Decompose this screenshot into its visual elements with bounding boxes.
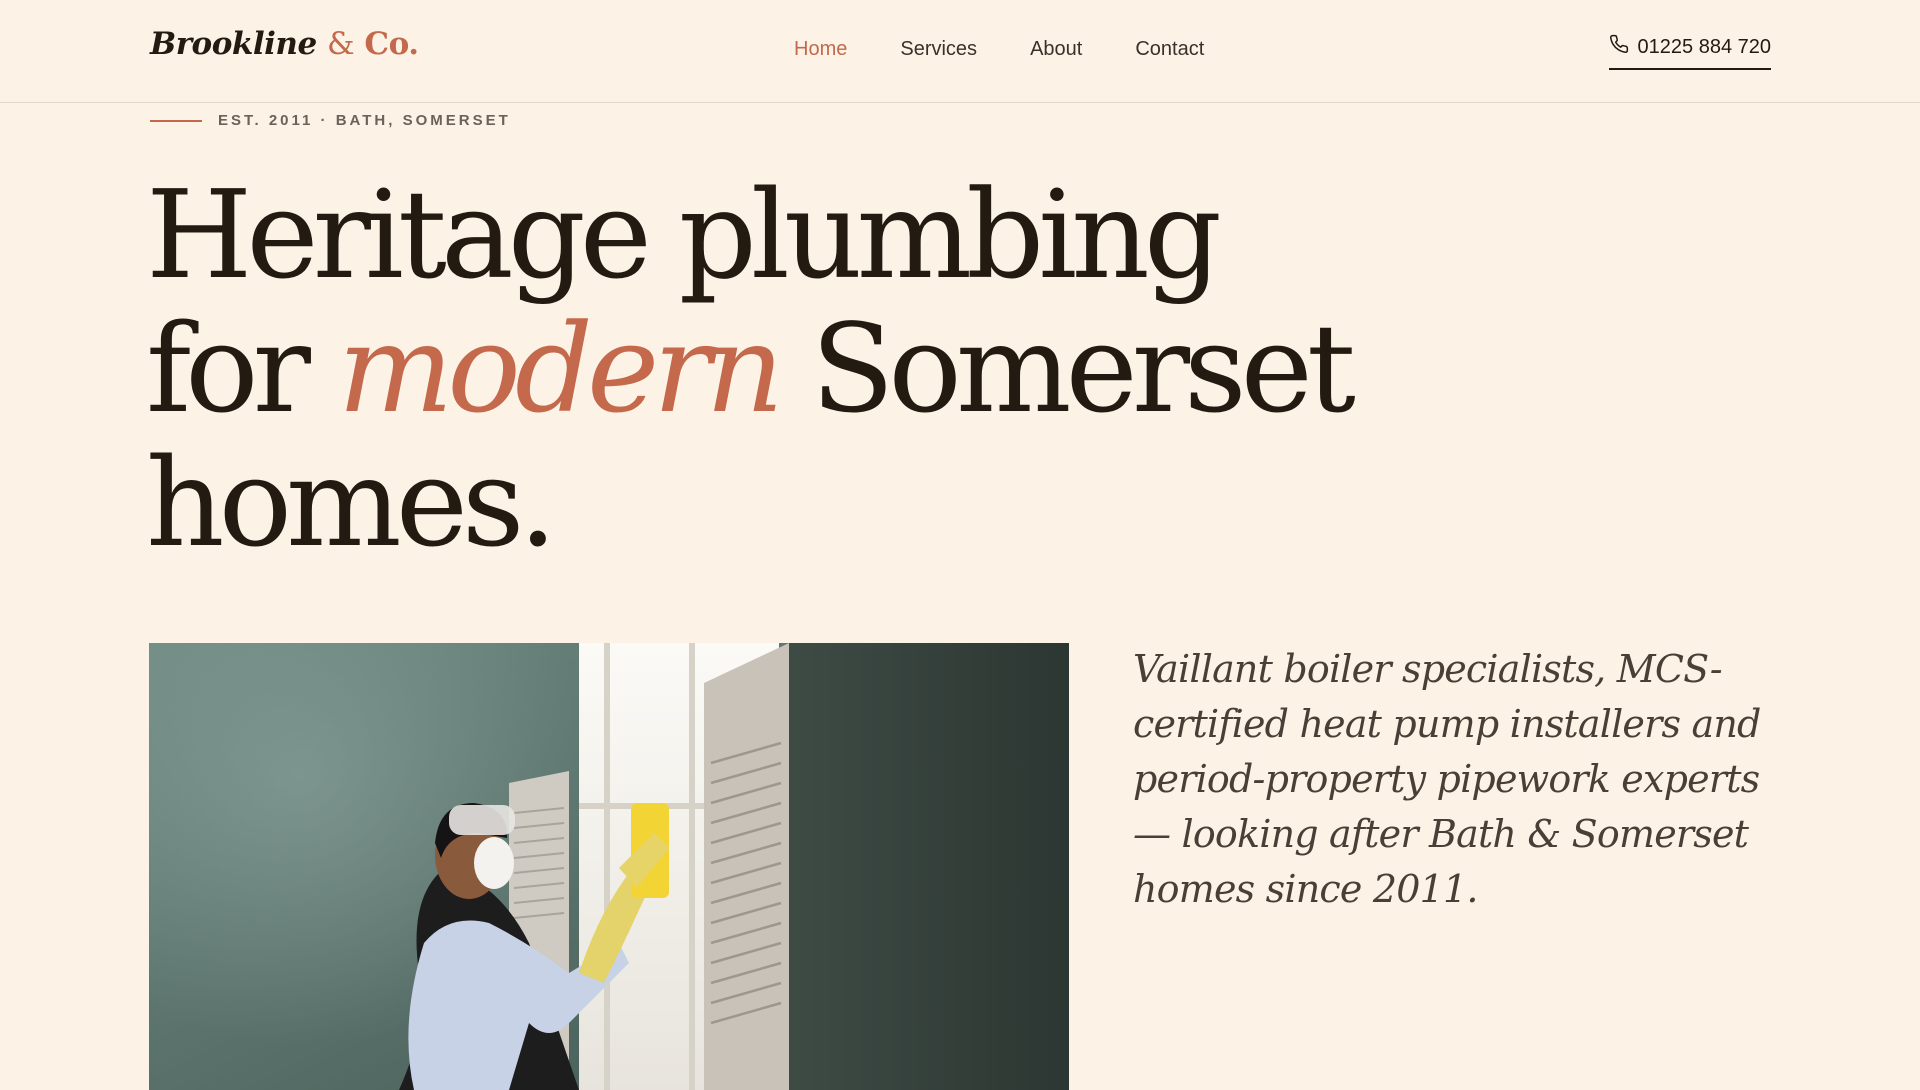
hero-photo-illustration (149, 643, 1069, 1090)
nav-item-home[interactable]: Home (794, 38, 847, 61)
phone-number: 01225 884 720 (1637, 35, 1771, 58)
nav-item-about[interactable]: About (1030, 38, 1082, 61)
hero-headline: Heritage plumbing for modern Somerset ho… (146, 164, 1356, 574)
headline-line-2: for modern Somerset (146, 302, 1356, 436)
brand-ampersand: & (326, 26, 355, 62)
main-nav: Home Services About Contact (794, 38, 1257, 61)
brand-suffix: Co. (364, 26, 419, 62)
headline-line-2-post: Somerset (778, 298, 1356, 440)
eyebrow-rule (150, 119, 202, 122)
nav-item-services[interactable]: Services (900, 38, 977, 61)
headline-line-1: Heritage plumbing (146, 164, 1222, 306)
eyebrow-text: EST. 2011 · BATH, SOMERSET (218, 112, 511, 129)
site-header: Brookline & Co. Home Services About Cont… (0, 0, 1920, 103)
hero-photo (149, 643, 1069, 1090)
headline-line-2-pre: for (146, 298, 338, 440)
headline-line-3: homes. (146, 432, 557, 574)
brand-logo[interactable]: Brookline & Co. (150, 26, 419, 62)
headline-accent-word: modern (337, 298, 784, 440)
hero-intro: Vaillant boiler specialists, MCS-certifi… (1133, 647, 1761, 911)
brand-name: Brookline (150, 26, 317, 62)
nav-item-contact[interactable]: Contact (1135, 38, 1204, 61)
eyebrow: EST. 2011 · BATH, SOMERSET (150, 112, 511, 129)
phone-icon (1609, 34, 1629, 60)
phone-link[interactable]: 01225 884 720 (1608, 34, 1771, 70)
